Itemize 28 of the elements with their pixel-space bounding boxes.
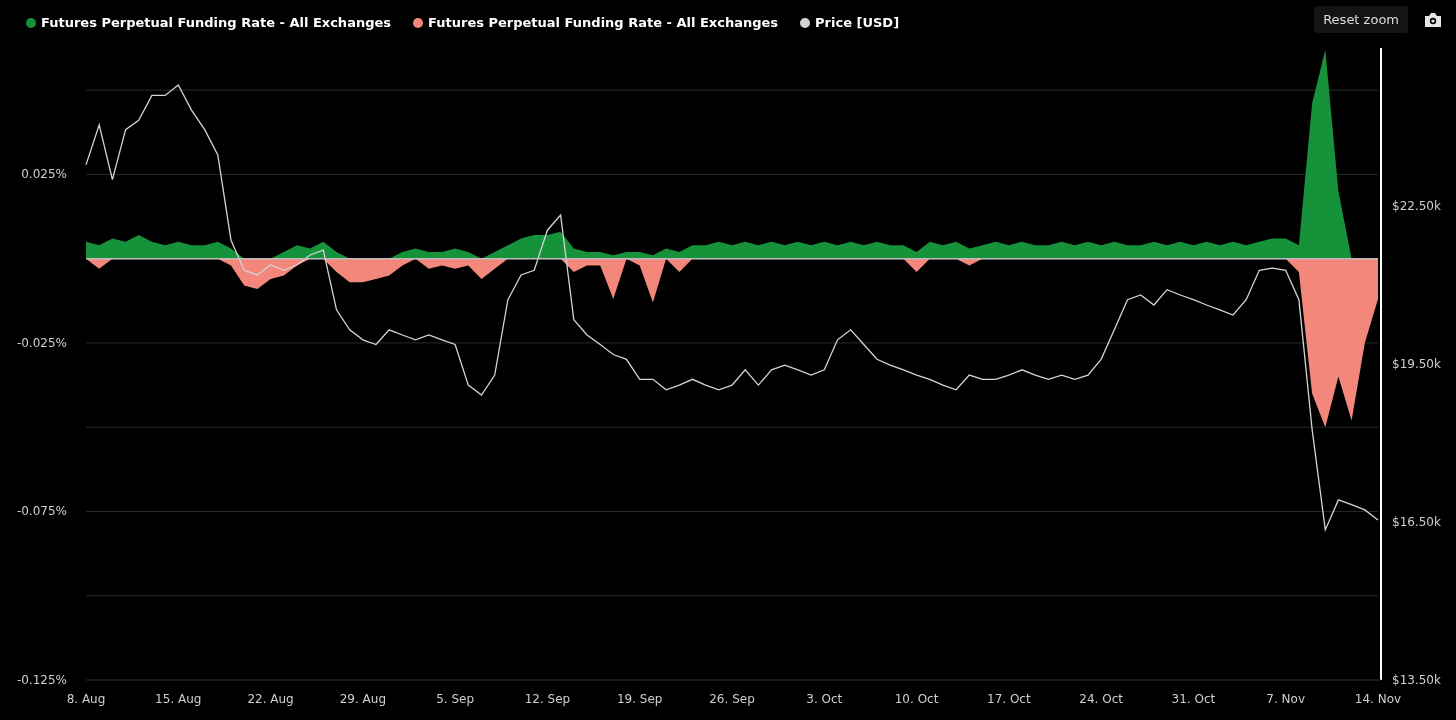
- axis-label: 24. Oct: [1079, 692, 1123, 706]
- axis-label: 26. Sep: [709, 692, 755, 706]
- axis-label: 15. Aug: [155, 692, 202, 706]
- axis-label: $16.50k: [1392, 515, 1441, 529]
- axis-label: 29. Aug: [339, 692, 387, 706]
- legend-label[interactable]: Price [USD]: [815, 15, 900, 30]
- camera-icon[interactable]: [1424, 11, 1442, 28]
- axis-label: 22. Aug: [247, 692, 294, 706]
- legend-label[interactable]: Futures Perpetual Funding Rate - All Exchanges: [428, 15, 779, 30]
- axis-label: $13.50k: [1392, 673, 1441, 687]
- axis-label: -0.025%: [16, 335, 67, 350]
- axis-label: 8. Aug: [66, 692, 106, 706]
- axis-label: 31. Oct: [1171, 692, 1216, 706]
- legend-label[interactable]: Futures Perpetual Funding Rate - All Exchanges: [41, 15, 392, 30]
- axis-label: 5. Sep: [436, 692, 475, 706]
- axis-label: 14. Nov: [1354, 692, 1402, 706]
- axis-label: 3. Oct: [806, 692, 843, 706]
- axis-label: 10. Oct: [894, 692, 939, 706]
- axis-label: 17. Oct: [987, 692, 1031, 706]
- axis-label: $22.50k: [1392, 199, 1441, 213]
- axis-label: 12. Sep: [524, 692, 571, 706]
- reset-zoom-button[interactable]: Reset zoom: [1314, 6, 1408, 33]
- axis-label: $19.50k: [1392, 357, 1441, 371]
- axis-label: -0.075%: [16, 504, 67, 519]
- axis-label: 19. Sep: [616, 692, 663, 706]
- axis-label: 0.025%: [21, 167, 67, 182]
- axis-label: -0.125%: [16, 673, 67, 687]
- axis-label: 7. Nov: [1266, 692, 1306, 706]
